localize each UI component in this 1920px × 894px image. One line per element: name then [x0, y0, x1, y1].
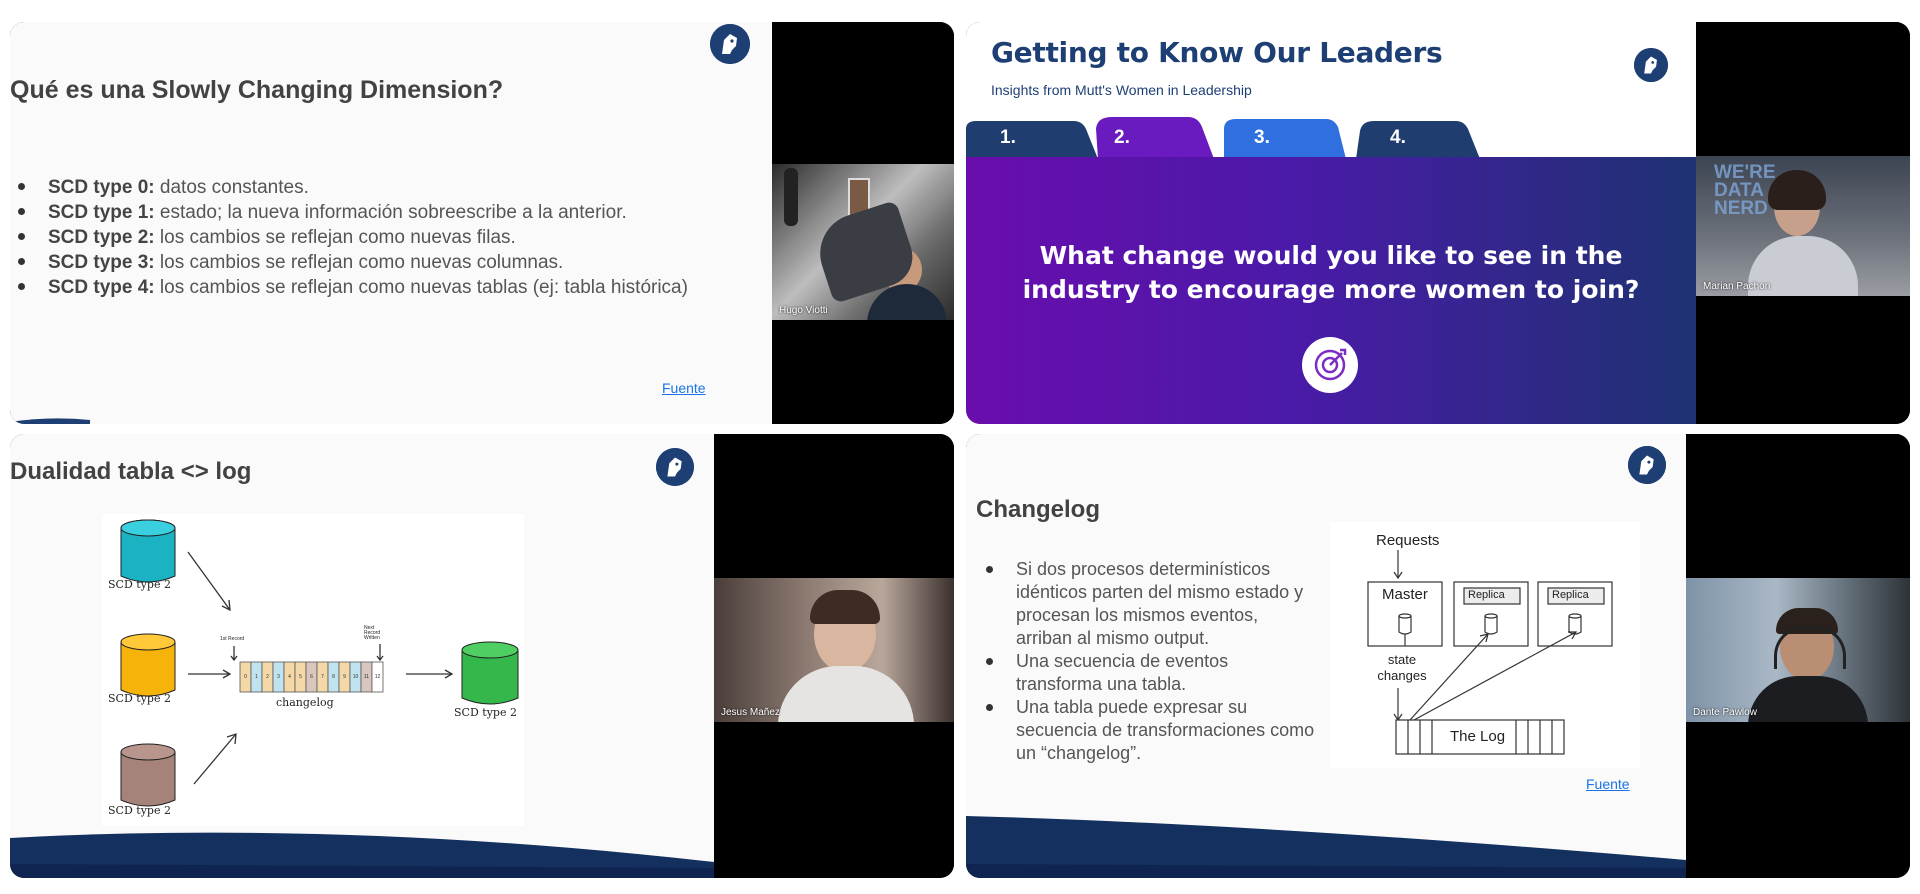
slide-title: Getting to Know Our Leaders — [991, 36, 1443, 69]
shared-slide-duality: Dualidad tabla <> log SCD type 2 SCD typ… — [10, 434, 714, 878]
participant-name: Dante Pawlow — [1693, 707, 1757, 718]
participant-camera: Jesus Mañez — [714, 434, 954, 878]
participant-name: Jesus Mañez — [721, 707, 780, 718]
list-item: Una tabla puede expresar su secuencia de… — [978, 696, 1318, 765]
target-icon — [1302, 337, 1358, 393]
database-icon — [461, 641, 519, 705]
source-link[interactable]: Fuente — [1586, 776, 1630, 792]
brand-logo-icon — [656, 448, 694, 486]
scd-bullet-list: SCD type 0: datos constantes. SCD type 1… — [10, 175, 710, 300]
tab-3[interactable]: 3. — [1224, 117, 1344, 159]
participant-camera: Hugo Viotti — [772, 22, 954, 424]
first-record-label: 1st Record — [220, 636, 245, 642]
shared-slide-scd: Qué es una Slowly Changing Dimension? SC… — [10, 22, 772, 424]
tab-4[interactable]: 4. — [1360, 117, 1480, 159]
brand-logo-icon — [1634, 48, 1668, 82]
list-item: SCD type 3: los cambios se reflejan como… — [10, 250, 710, 275]
video-tile-hugo[interactable]: Qué es una Slowly Changing Dimension? SC… — [10, 22, 954, 424]
list-item: SCD type 2: los cambios se reflejan como… — [10, 225, 710, 250]
slide-footer-wave — [966, 816, 1686, 878]
database-icon — [120, 633, 176, 697]
source-link[interactable]: Fuente — [662, 380, 706, 396]
list-item: Una secuencia de eventos transforma una … — [978, 650, 1318, 696]
question-text: What change would you like to see in the… — [1022, 241, 1640, 304]
changelog-bullet-list: Si dos procesos determinísticos idéntico… — [978, 558, 1318, 765]
slide-title: Dualidad tabla <> log — [10, 458, 252, 485]
question-tabs: 1. 2. 3. 4. — [966, 117, 1686, 159]
next-record-label: Next Record Written — [364, 625, 381, 641]
video-tile-jesus[interactable]: Dualidad tabla <> log SCD type 2 SCD typ… — [10, 434, 954, 878]
db-label: SCD type 2 — [108, 692, 171, 705]
replication-diagram: Requests Master Replica Replica state ch… — [1330, 522, 1640, 768]
camera-feed: Jesus Mañez — [714, 578, 954, 722]
camera-feed: Hugo Viotti — [772, 164, 954, 320]
camera-feed: WE'RE DATA NERD Marian Pachon — [1696, 156, 1910, 296]
slide-subtitle: Insights from Mutt's Women in Leadership — [991, 82, 1252, 98]
list-item: SCD type 4: los cambios se reflejan como… — [10, 275, 688, 300]
requests-label: Requests — [1376, 532, 1440, 549]
slide-footer-wave — [10, 832, 714, 878]
slide-title: Changelog — [976, 496, 1100, 523]
participant-camera: Dante Pawlow — [1686, 434, 1910, 878]
participant-name: Marian Pachon — [1703, 281, 1771, 292]
shared-slide-leaders: Getting to Know Our Leaders Insights fro… — [966, 22, 1696, 424]
tab-1[interactable]: 1. — [970, 117, 1090, 159]
replica-label: Replica — [1552, 589, 1589, 601]
db-label: SCD type 2 — [454, 706, 517, 719]
camera-feed: Dante Pawlow — [1686, 578, 1910, 722]
list-item: SCD type 0: datos constantes. — [10, 175, 710, 200]
database-icon — [120, 519, 176, 583]
database-icon — [120, 743, 176, 807]
db-label: SCD type 2 — [108, 578, 171, 591]
master-label: Master — [1382, 586, 1428, 603]
shared-slide-changelog: Changelog Si dos procesos determinístico… — [966, 434, 1686, 878]
participant-camera: WE'RE DATA NERD Marian Pachon — [1696, 22, 1910, 424]
state-changes-label: state changes — [1377, 652, 1427, 683]
brand-logo-icon — [1628, 446, 1666, 484]
diagram-card: SCD type 2 SCD type 2 SCD type 2 SCD typ… — [102, 514, 524, 826]
log-cell-numbers: 0 1 2 3 4 5 6 7 8 9 10 11 12 — [244, 674, 381, 680]
slide-title: Qué es una Slowly Changing Dimension? — [10, 76, 504, 104]
participant-name: Hugo Viotti — [779, 305, 828, 316]
log-label: The Log — [1450, 728, 1506, 745]
list-item: Si dos procesos determinísticos idéntico… — [978, 558, 1318, 650]
log-label: changelog — [276, 696, 334, 709]
list-item: SCD type 1: estado; la nueva información… — [10, 200, 710, 225]
question-panel: What change would you like to see in the… — [966, 157, 1696, 424]
video-tile-dante[interactable]: Changelog Si dos procesos determinístico… — [966, 434, 1910, 878]
replica-label: Replica — [1468, 589, 1505, 601]
tab-2[interactable]: 2. — [1084, 117, 1204, 159]
brand-logo-icon — [710, 24, 750, 64]
slide-footer-wave — [10, 418, 90, 424]
video-tile-marian[interactable]: Getting to Know Our Leaders Insights fro… — [966, 22, 1910, 424]
